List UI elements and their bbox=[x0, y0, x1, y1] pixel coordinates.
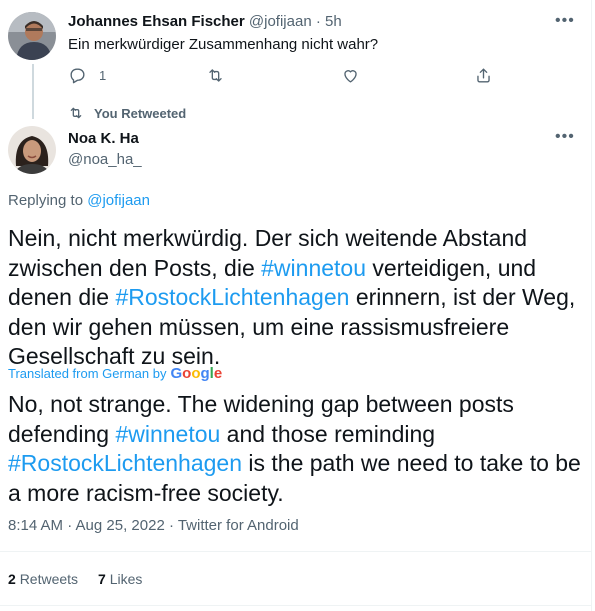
more-dots-icon: ••• bbox=[555, 12, 575, 29]
hashtag-winnetou-translated[interactable]: #winnetou bbox=[115, 421, 220, 447]
divider bbox=[0, 551, 592, 552]
like-button[interactable] bbox=[341, 66, 360, 85]
tweet-timestamp[interactable]: 8:14 AM · Aug 25, 2022 · Twitter for And… bbox=[8, 517, 299, 534]
parent-author-name[interactable]: Johannes Ehsan Fischer bbox=[68, 13, 245, 30]
main-author-handle[interactable]: @noa_ha_ bbox=[68, 151, 142, 168]
translated-tweet-text: No, not strange. The widening gap betwee… bbox=[8, 390, 583, 508]
google-logo: Google bbox=[170, 365, 223, 382]
hashtag-rostock-lichtenhagen-translated[interactable]: #RostockLichtenhagen bbox=[8, 450, 242, 476]
reply-count: 1 bbox=[99, 68, 107, 83]
translation-attribution[interactable]: Translated from German by Google bbox=[8, 365, 222, 382]
likes-label: Likes bbox=[109, 571, 143, 587]
hashtag-winnetou[interactable]: #winnetou bbox=[261, 255, 366, 281]
retweet-icon bbox=[209, 69, 222, 82]
translated-from-label: Translated from German by bbox=[8, 366, 167, 381]
likes-stat[interactable]: 7 Likes bbox=[98, 571, 142, 587]
heart-icon bbox=[344, 70, 357, 83]
main-author-name[interactable]: Noa K. Ha bbox=[68, 130, 139, 147]
replying-to: Replying to @jofijaan bbox=[8, 192, 150, 209]
reply-button[interactable]: 1 bbox=[68, 66, 106, 85]
main-more-button[interactable]: ••• bbox=[555, 128, 575, 146]
parent-author-handle[interactable]: @jofijaan bbox=[249, 13, 312, 30]
thread-connector-line bbox=[32, 64, 34, 119]
replying-to-prefix: Replying to bbox=[8, 192, 84, 209]
retweet-button[interactable] bbox=[206, 66, 225, 85]
main-tweet-text: Nein, nicht merkwürdig. Der sich weitend… bbox=[8, 224, 583, 372]
retweet-context[interactable]: You Retweeted bbox=[68, 105, 186, 121]
retweets-label: Retweets bbox=[19, 571, 79, 587]
parent-tweet-header: Johannes Ehsan Fischer @jofijaan · 5h bbox=[68, 13, 342, 30]
parent-author-avatar[interactable] bbox=[8, 12, 56, 60]
share-icon bbox=[477, 68, 490, 83]
likes-count: 7 bbox=[98, 571, 106, 587]
divider bbox=[0, 605, 592, 606]
share-button[interactable] bbox=[474, 66, 493, 85]
retweets-stat[interactable]: 2 Retweets bbox=[8, 571, 78, 587]
retweets-count: 2 bbox=[8, 571, 16, 587]
parent-time-separator: · bbox=[315, 13, 321, 30]
parent-tweet-text: Ein merkwürdiger Zusammenhang nicht wahr… bbox=[68, 36, 379, 53]
tweet-stats: 2 Retweets 7 Likes bbox=[8, 571, 142, 587]
replying-to-handle[interactable]: @jofijaan bbox=[87, 192, 150, 209]
retweet-context-icon bbox=[70, 107, 82, 119]
reply-icon bbox=[70, 68, 85, 84]
hashtag-rostock-lichtenhagen[interactable]: #RostockLichtenhagen bbox=[115, 284, 349, 310]
parent-action-bar: 1 bbox=[68, 66, 498, 86]
tweet-thread: Johannes Ehsan Fischer @jofijaan · 5h ••… bbox=[0, 0, 592, 611]
more-dots-icon: ••• bbox=[555, 128, 575, 145]
parent-tweet-time[interactable]: 5h bbox=[325, 13, 342, 30]
retweet-context-label: You Retweeted bbox=[94, 105, 187, 121]
parent-more-button[interactable]: ••• bbox=[555, 12, 575, 30]
main-author-avatar[interactable] bbox=[8, 126, 56, 174]
translated-text-part: and those reminding bbox=[220, 420, 436, 447]
